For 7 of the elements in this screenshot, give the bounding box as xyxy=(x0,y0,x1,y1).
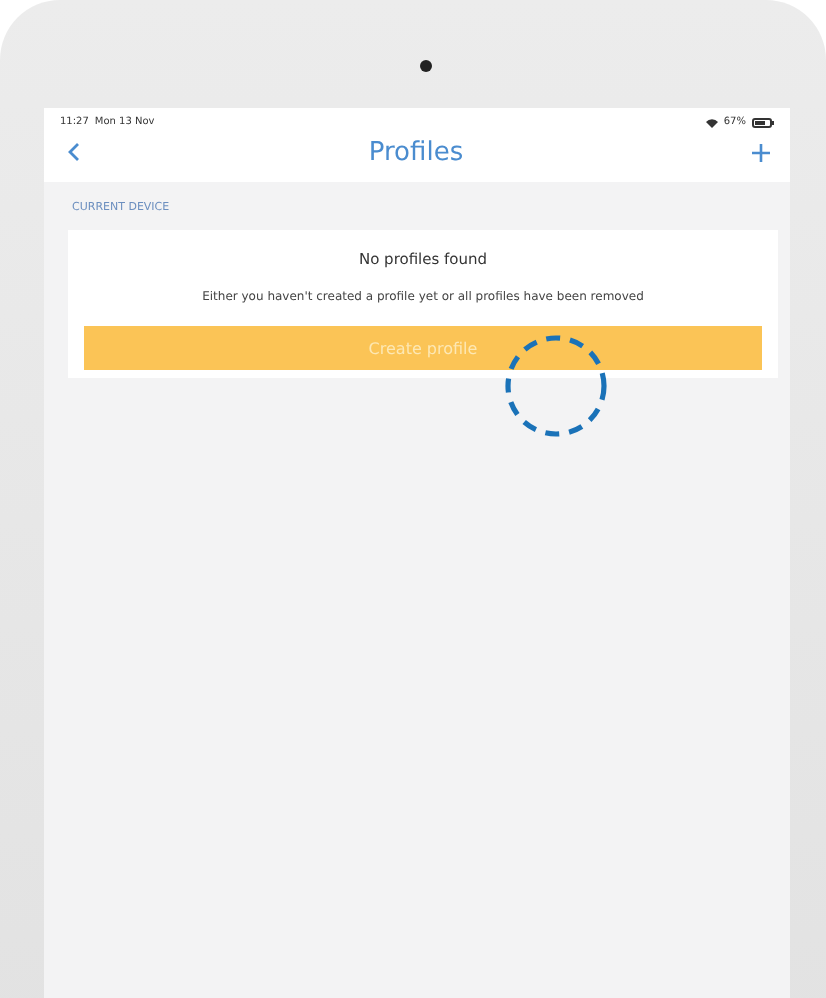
wifi-icon xyxy=(705,117,718,127)
tap-indicator-icon xyxy=(504,334,608,438)
back-chevron-icon[interactable] xyxy=(68,142,80,162)
create-profile-button[interactable]: Create profile xyxy=(84,326,762,370)
page-title: Profiles xyxy=(368,137,464,167)
battery-icon xyxy=(752,117,774,127)
add-icon[interactable] xyxy=(751,143,770,161)
